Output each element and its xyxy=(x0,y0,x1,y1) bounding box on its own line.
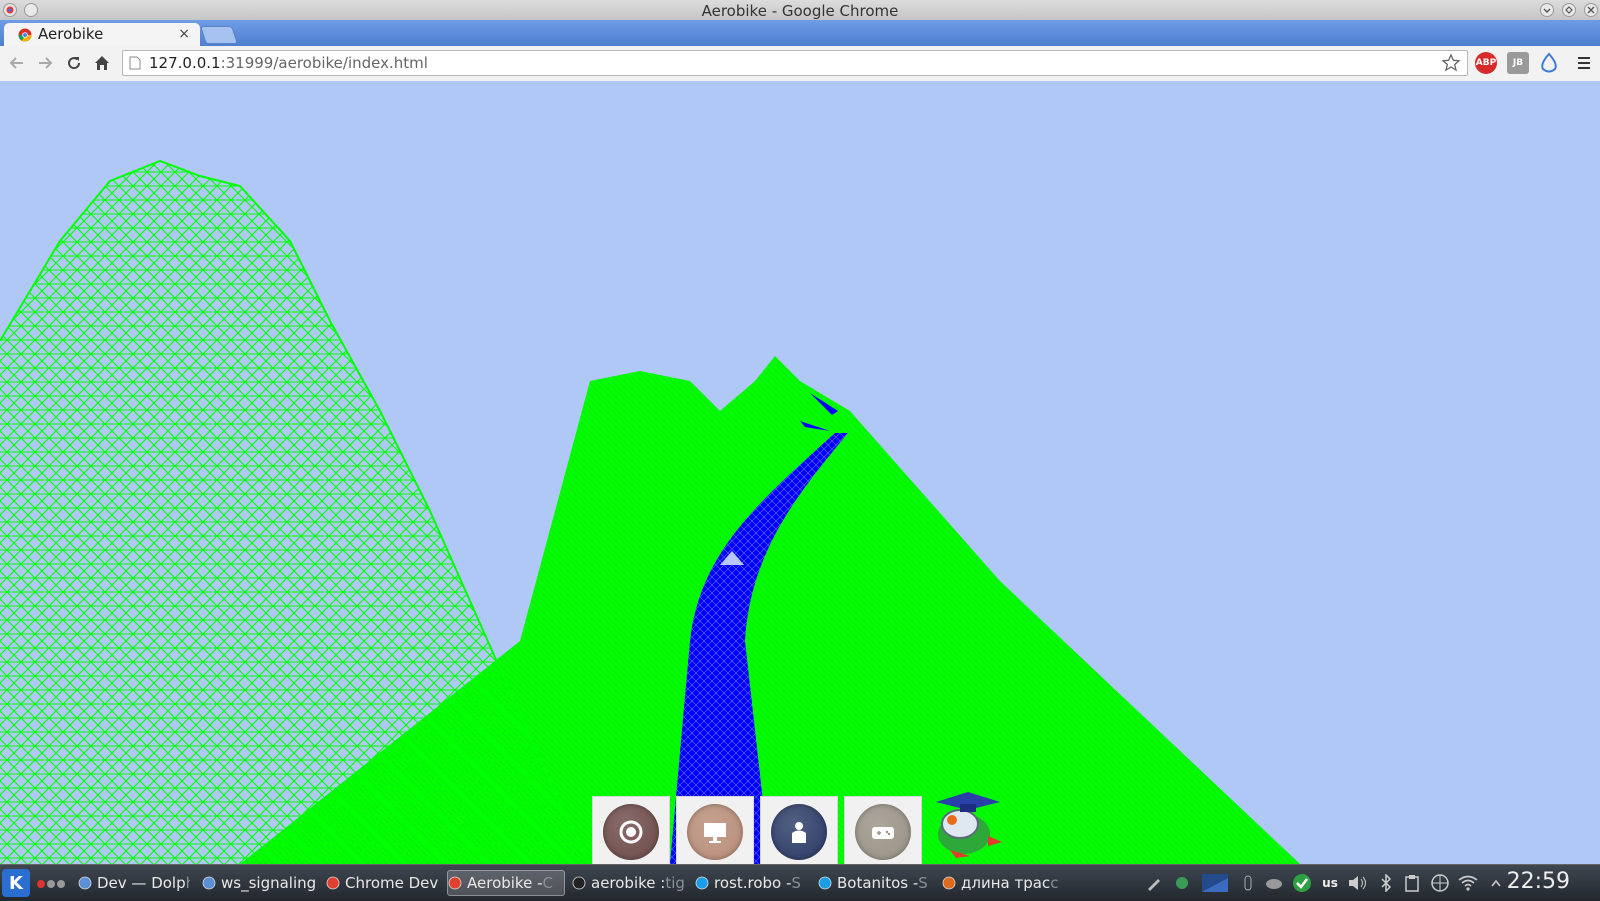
home-icon[interactable] xyxy=(92,53,112,73)
reload-icon[interactable] xyxy=(64,53,84,73)
browser-toolbar: 127.0.0.1:31999/aerobike/index.html ABP J… xyxy=(0,46,1600,82)
gamepad-icon xyxy=(855,804,911,860)
volume-icon[interactable] xyxy=(1346,871,1370,895)
profile-button[interactable] xyxy=(760,796,838,864)
task-label: aerobike : xyxy=(591,874,666,892)
chrome-icon xyxy=(448,876,462,890)
folder-icon xyxy=(78,876,92,890)
task-label: rost.robo - xyxy=(714,874,792,892)
camera-icon xyxy=(603,804,659,860)
jb-extension-icon[interactable]: JB xyxy=(1507,52,1529,74)
close-window-button[interactable] xyxy=(1584,3,1598,17)
monitor-icon xyxy=(687,804,743,860)
left-mountain xyxy=(0,161,590,864)
chrome-icon xyxy=(326,876,340,890)
task-label: ws_signaling xyxy=(221,874,317,892)
adblock-icon[interactable]: ABP xyxy=(1475,52,1497,74)
task-label-overflow: hin xyxy=(186,874,190,892)
wifi-icon[interactable] xyxy=(1456,871,1480,895)
skype-icon xyxy=(695,876,709,890)
task-label-overflow: tig xyxy=(665,874,685,892)
status-dot-icon[interactable] xyxy=(1170,871,1194,895)
task-firefox[interactable]: длина трас с xyxy=(942,870,1060,896)
maximize-button[interactable] xyxy=(1562,3,1576,17)
drop-extension-icon[interactable] xyxy=(1538,52,1560,74)
hud-toolbar xyxy=(592,796,922,864)
tab-title: Aerobike xyxy=(38,25,104,43)
task-label: Botanitos - xyxy=(837,874,919,892)
firefox-icon xyxy=(942,876,956,890)
mascot-bird-icon[interactable] xyxy=(930,784,1006,864)
skype-icon xyxy=(818,876,832,890)
terminal-icon xyxy=(572,876,586,890)
task-ws-signaling[interactable]: ws_signaling xyxy=(202,870,320,896)
task-label: длина трас xyxy=(961,874,1051,892)
task-label-overflow: S xyxy=(918,874,928,892)
minimize-button[interactable] xyxy=(1540,3,1554,17)
bookmark-star-icon[interactable] xyxy=(1441,53,1461,73)
forward-icon[interactable] xyxy=(35,53,55,73)
check-tray-icon[interactable] xyxy=(1290,871,1314,895)
back-icon[interactable] xyxy=(7,53,27,73)
terrain-scene xyxy=(0,159,1300,864)
screen-button[interactable] xyxy=(676,796,754,864)
person-icon xyxy=(771,804,827,860)
tray-expand-icon[interactable] xyxy=(1484,871,1508,895)
new-tab-button[interactable] xyxy=(200,26,238,44)
address-bar[interactable]: 127.0.0.1:31999/aerobike/index.html xyxy=(122,50,1468,76)
folder-icon xyxy=(202,876,216,890)
window-title: Aerobike - Google Chrome xyxy=(701,2,899,20)
tab-aerobike[interactable]: Aerobike × xyxy=(4,23,200,46)
task-skype[interactable]: rost.robo - S xyxy=(695,870,811,896)
task-chrome-dev[interactable]: Chrome Dev xyxy=(326,870,440,896)
network-icon[interactable] xyxy=(1428,871,1452,895)
kde-menu-button[interactable]: K xyxy=(2,869,30,897)
camera-button[interactable] xyxy=(592,796,670,864)
page-icon xyxy=(129,56,141,70)
pen-tray-icon[interactable] xyxy=(1142,871,1166,895)
display-tray-icon[interactable] xyxy=(1200,871,1230,895)
task-label-overflow: C xyxy=(542,874,553,892)
url-text: 127.0.0.1:31999/aerobike/index.html xyxy=(149,54,428,72)
task-label: Dev — Dolp xyxy=(97,874,186,892)
task-aerobike[interactable]: Aerobike - C xyxy=(447,870,565,896)
keyboard-layout[interactable]: us xyxy=(1318,871,1342,895)
adblock-label: ABP xyxy=(1475,58,1497,68)
window-titlebar: Aerobike - Google Chrome xyxy=(0,0,1600,21)
weather-tray-icon[interactable] xyxy=(1262,871,1286,895)
task-label-overflow: S xyxy=(791,874,801,892)
task-label: Chrome Dev xyxy=(345,874,439,892)
task-terminal[interactable]: aerobike : tig xyxy=(572,870,688,896)
clock[interactable]: 22:59 xyxy=(1507,869,1570,894)
aerobike-canvas[interactable] xyxy=(0,81,1600,864)
jb-extension-label: JB xyxy=(1512,58,1524,68)
tab-close-icon[interactable]: × xyxy=(178,26,190,42)
chrome-menu-icon[interactable] xyxy=(1574,53,1594,73)
info-tray-icon[interactable] xyxy=(1236,871,1260,895)
tab-strip: Aerobike × xyxy=(0,20,1600,46)
task-botanitos[interactable]: Botanitos - S xyxy=(818,870,936,896)
pager-icon[interactable] xyxy=(36,879,68,889)
gamepad-button[interactable] xyxy=(844,796,922,864)
task-label-overflow: с xyxy=(1050,874,1059,892)
chrome-favicon-icon xyxy=(18,28,32,42)
task-dolphin[interactable]: Dev — Dolphin xyxy=(78,870,190,896)
task-label: Aerobike - xyxy=(467,874,543,892)
clipboard-icon[interactable] xyxy=(1400,871,1424,895)
taskbar: K Dev — Dolphin ws_signaling Chrome Dev Aer… xyxy=(0,864,1600,901)
bluetooth-icon[interactable] xyxy=(1374,871,1398,895)
